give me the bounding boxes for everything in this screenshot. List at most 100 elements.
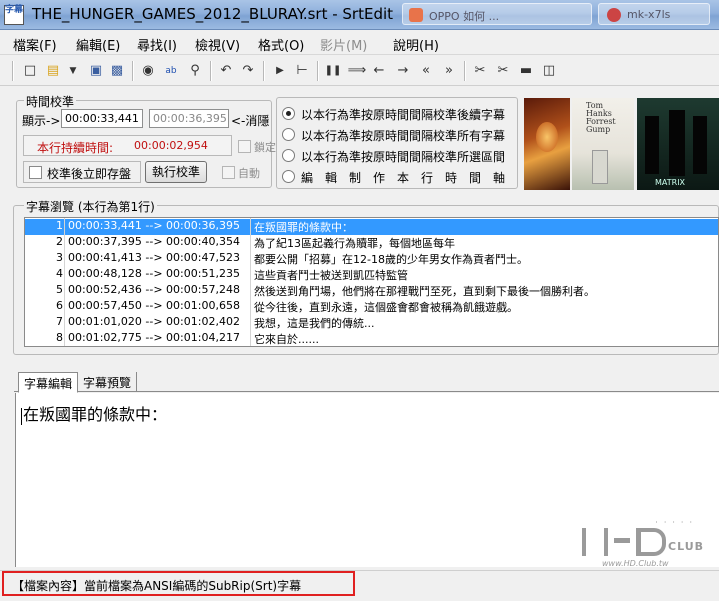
- duration-value: 00:00:02,954: [134, 139, 208, 152]
- find-icon[interactable]: ◉: [138, 61, 158, 81]
- column-divider: [64, 218, 65, 346]
- poster-forrest-title: Tom Hanks Forrest Gump: [586, 101, 616, 134]
- time-calibration-title: 時間校準: [24, 93, 77, 110]
- table-row[interactable]: 5 00:00:52,436 --> 00:00:57,248 然後送到角鬥場，他們…: [25, 283, 718, 299]
- menu-view[interactable]: 檢視(V): [195, 35, 240, 54]
- start-time-input[interactable]: 00:00:33,441: [61, 109, 143, 128]
- watermark-club: CLUB: [668, 540, 705, 553]
- table-row[interactable]: 2 00:00:37,395 --> 00:00:40,354 為了紀13區起義行為…: [25, 235, 718, 251]
- hide-label: <-消隱: [231, 114, 270, 128]
- table-row[interactable]: 4 00:00:48,128 --> 00:00:51,235 這些貢者鬥士被送到凱…: [25, 267, 718, 283]
- cut-left-icon[interactable]: ✂: [470, 61, 490, 81]
- background-window-label-2: mk-x7ls: [627, 8, 671, 21]
- timeline-icon[interactable]: ⊢: [292, 61, 312, 81]
- radio-calibrate-selection[interactable]: [282, 149, 295, 162]
- toolbar-separator: [12, 61, 14, 81]
- radio-calibrate-following-label: 以本行為準按原時間間隔校準後續字幕: [301, 108, 506, 122]
- app-icon[interactable]: 字幕: [4, 5, 24, 25]
- tab-subtitle-preview[interactable]: 字幕預覽: [78, 372, 138, 392]
- fast-forward-icon[interactable]: »: [439, 61, 459, 81]
- table-row[interactable]: 7 00:01:01,020 --> 00:01:02,402 我想，這是我們的傳統…: [25, 315, 718, 331]
- radio-edit-timeline-label: 編 輯 制 作 本 行 時 間 軸: [301, 171, 506, 185]
- next-icon[interactable]: →: [393, 61, 413, 81]
- menu-format[interactable]: 格式(O): [258, 35, 304, 54]
- background-window-label: OPPO 如何 ...: [429, 10, 500, 23]
- menu-find[interactable]: 尋找(I): [137, 35, 177, 54]
- status-bar: 【檔案內容】當前檔案為ANSI編碼的SubRip(Srt)字幕: [0, 570, 719, 601]
- table-row[interactable]: 3 00:00:41,413 --> 00:00:47,523 都要公開「招募」在1…: [25, 251, 718, 267]
- tab-subtitle-edit[interactable]: 字幕編輯: [18, 372, 79, 393]
- radio-calibrate-all[interactable]: [282, 128, 295, 141]
- watermark-dots: ·····: [655, 518, 698, 527]
- toolbar-separator: [210, 61, 212, 81]
- watermark-letter-h: [582, 528, 608, 556]
- column-divider: [250, 218, 251, 346]
- toolbar-separator: [317, 61, 319, 81]
- menu-edit[interactable]: 編輯(E): [76, 35, 120, 54]
- menu-help[interactable]: 說明(H): [393, 35, 439, 54]
- toolbar-separator: [464, 61, 466, 81]
- sync-icon[interactable]: ⟹: [347, 61, 367, 81]
- watermark-dash: [614, 538, 630, 543]
- poster-forrest-gump: Tom Hanks Forrest Gump: [572, 98, 634, 190]
- redo-icon[interactable]: ↷: [238, 61, 258, 81]
- open-dropdown-icon[interactable]: ▼: [63, 61, 83, 81]
- play-icon[interactable]: ▶: [270, 61, 290, 81]
- toolbar: □ ▤ ▼ ▣ ▩ ◉ ab ⚲ ↶ ↷ ▶ ⊢ ❚❚ ⟹ ← → « » ✂ …: [0, 56, 719, 86]
- table-row[interactable]: 6 00:00:57,450 --> 00:01:00,658 從今往後，直到永遠，…: [25, 299, 718, 315]
- pause-icon[interactable]: ❚❚: [323, 61, 343, 81]
- poster-hunger-games: [524, 98, 570, 190]
- table-row[interactable]: 1 00:00:33,441 --> 00:00:36,395 在叛國罪的條款中：: [25, 219, 718, 235]
- undo-icon[interactable]: ↶: [216, 61, 236, 81]
- radio-calibrate-selection-label: 以本行為準按原時間間隔校準所選區間: [301, 150, 506, 164]
- lock-checkbox[interactable]: [238, 140, 251, 153]
- save-as-icon[interactable]: ▩: [107, 61, 127, 81]
- browser-icon: [409, 8, 423, 22]
- hd-club-watermark: ····· CLUB www.HD.Club.tw: [580, 512, 710, 574]
- menu-video[interactable]: 影片(M): [320, 35, 367, 54]
- duration-label: 本行持續時間:: [37, 141, 114, 155]
- radio-calibrate-all-label: 以本行為準按原時間間隔校準所有字幕: [301, 129, 506, 143]
- menu-bar: 檔案(F) 編輯(E) 尋找(I) 檢視(V) 格式(O) 影片(M) 說明(H…: [0, 30, 719, 55]
- subtitle-list[interactable]: 1 00:00:33,441 --> 00:00:36,395 在叛國罪的條款中： …: [24, 217, 719, 347]
- figure-left: [645, 116, 659, 174]
- poster-matrix-title: MATRIX: [655, 178, 686, 187]
- film-icon[interactable]: ▬: [516, 61, 536, 81]
- cut-right-icon[interactable]: ✂: [493, 61, 513, 81]
- bench-figure: [592, 150, 608, 184]
- replace-icon[interactable]: ab: [161, 61, 181, 81]
- export-icon[interactable]: ◫: [539, 61, 559, 81]
- poster-matrix: MATRIX: [637, 98, 719, 190]
- lock-label: 鎖定: [254, 141, 276, 154]
- title-bar[interactable]: 字幕 THE_HUNGER_GAMES_2012_BLURAY.srt - Sr…: [0, 0, 719, 30]
- figure-right: [693, 116, 707, 174]
- editor-tab-strip: 字幕編輯 字幕預覽: [14, 372, 719, 393]
- auto-label: 自動: [238, 167, 260, 180]
- end-time-input[interactable]: 00:00:36,395: [149, 109, 229, 128]
- zoom-icon[interactable]: ⚲: [185, 61, 205, 81]
- window-title: THE_HUNGER_GAMES_2012_BLURAY.srt - SrtEd…: [32, 5, 394, 23]
- background-window-tab-2[interactable]: mk-x7ls: [598, 3, 710, 25]
- flame-emblem-icon: [536, 122, 558, 152]
- new-file-icon[interactable]: □: [20, 61, 40, 81]
- run-calibration-button[interactable]: 執行校準: [145, 161, 207, 183]
- table-row[interactable]: 8 00:01:02,775 --> 00:01:04,217 它來自於......: [25, 331, 718, 346]
- subtitle-edit-text[interactable]: 在叛國罪的條款中：: [23, 401, 167, 425]
- save-after-label: 校準後立即存盤: [47, 167, 132, 181]
- display-label: 顯示->: [22, 114, 61, 128]
- menu-file[interactable]: 檔案(F): [13, 35, 57, 54]
- radio-edit-timeline[interactable]: [282, 170, 295, 183]
- open-folder-icon[interactable]: ▤: [43, 61, 63, 81]
- prev-icon[interactable]: ←: [369, 61, 389, 81]
- status-text: 【檔案內容】當前檔案為ANSI編碼的SubRip(Srt)字幕: [12, 579, 302, 593]
- auto-checkbox[interactable]: [222, 166, 235, 179]
- toolbar-separator: [132, 61, 134, 81]
- subtitle-browser-title: 字幕瀏覽 (本行為第1行): [24, 198, 157, 215]
- watermark-letter-d: [636, 528, 666, 556]
- save-icon[interactable]: ▣: [86, 61, 106, 81]
- radio-calibrate-following[interactable]: [282, 107, 295, 120]
- text-caret: [21, 408, 22, 425]
- background-window-tab[interactable]: OPPO 如何 ...: [402, 3, 592, 25]
- rewind-icon[interactable]: «: [416, 61, 436, 81]
- save-after-checkbox[interactable]: [29, 166, 42, 179]
